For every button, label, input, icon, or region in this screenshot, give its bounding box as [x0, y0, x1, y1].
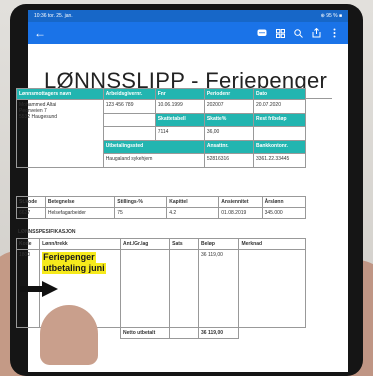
payment-place-value: Haugaland sykehjem	[102, 153, 205, 168]
header-seniority: Ansiennitet	[218, 196, 263, 208]
net-paid-label: Netto utbetalt	[120, 327, 171, 339]
back-arrow-icon[interactable]: ←	[34, 26, 50, 40]
annual-salary-value: 345.000	[261, 207, 307, 219]
header-st-code: St.kode	[16, 196, 46, 208]
header-annual-salary: Årslønn	[261, 196, 307, 208]
fnr-value: 10.06.1999	[154, 99, 205, 114]
pointing-arrow-icon	[20, 281, 58, 297]
highlighted-line-2: utbetaling juni	[42, 263, 106, 274]
pointing-finger	[40, 305, 98, 365]
header-note: Merknad	[238, 238, 306, 250]
grid-icon[interactable]	[272, 25, 288, 41]
header-title: Betegnelse	[44, 196, 116, 208]
chat-icon[interactable]	[254, 25, 270, 41]
employer-nr-value: 123 456 789	[102, 99, 156, 114]
position-percent-value: 75	[114, 207, 168, 219]
header-quantity: Ant./Gr.lag	[120, 238, 171, 250]
position-table: St.kode Betegnelse Stillings-% Kapittel …	[16, 196, 307, 219]
header-position-percent: Stillings-%	[114, 196, 168, 208]
header-pay-deduction: Lønn/trekk	[39, 238, 122, 250]
header-bank-account: Bankkontonr.	[252, 139, 307, 155]
header-rest-allowance: Rest fribeløp	[252, 112, 307, 128]
status-bar: 10:36 tor. 25. jan. ⊕ 95 % ■	[28, 10, 348, 22]
tax-percent-value: 36,00	[203, 126, 254, 141]
header-payment-place: Utbetalingssted	[102, 139, 205, 155]
header-chapter: Kapittel	[166, 196, 220, 208]
tax-table-value: 7114	[154, 126, 205, 141]
header-code: Kode	[15, 238, 41, 250]
header-employee-nr: Ansattnr.	[203, 139, 254, 155]
status-indicators: ⊕ 95 % ■	[320, 13, 342, 19]
bank-account-value: 3361.22.33445	[252, 153, 307, 168]
header-employer-nr: Arbeidsgivernr.	[102, 88, 156, 100]
seniority-value: 01.08.2019	[218, 207, 263, 219]
more-icon[interactable]	[326, 25, 342, 41]
header-tax-percent: Skatte%	[203, 112, 254, 128]
date-value: 20.07.2020	[252, 99, 307, 114]
specification-title: LØNNSSPESIFIKASJON	[18, 229, 76, 235]
net-paid-value: 36 119,00	[198, 327, 240, 339]
employee-info-table: Lønnsmottagers navn Arbeidsgivernr. Fnr …	[16, 88, 307, 168]
status-time: 10:36 tor. 25. jan.	[34, 13, 73, 19]
employee-nr-value: 52816316	[203, 153, 254, 168]
highlighted-line-1: Feriepenger	[42, 252, 96, 263]
header-amount: Beløp	[198, 238, 240, 250]
header-date: Dato	[252, 88, 307, 100]
share-icon[interactable]	[308, 25, 324, 41]
period-value: 202007	[203, 99, 254, 114]
chapter-value: 4.2	[166, 207, 220, 219]
st-code-value: 6627	[16, 207, 46, 219]
amount-value: 36 119,00	[198, 249, 240, 328]
employee-address: Mohammed Altai Peonveien 7 5532 Haugesun…	[16, 99, 104, 168]
search-icon[interactable]	[290, 25, 306, 41]
header-fnr: Fnr	[154, 88, 205, 100]
title-value: Helsefagarbeider	[44, 207, 116, 219]
app-bar: ←	[28, 22, 348, 44]
employee-city: 5532 Haugesund	[19, 114, 58, 120]
header-name: Lønnsmottagers navn	[16, 88, 104, 100]
header-period: Periodenr	[203, 88, 254, 100]
header-rate: Sats	[169, 238, 200, 250]
header-tax-table: Skattetabell	[154, 112, 205, 128]
